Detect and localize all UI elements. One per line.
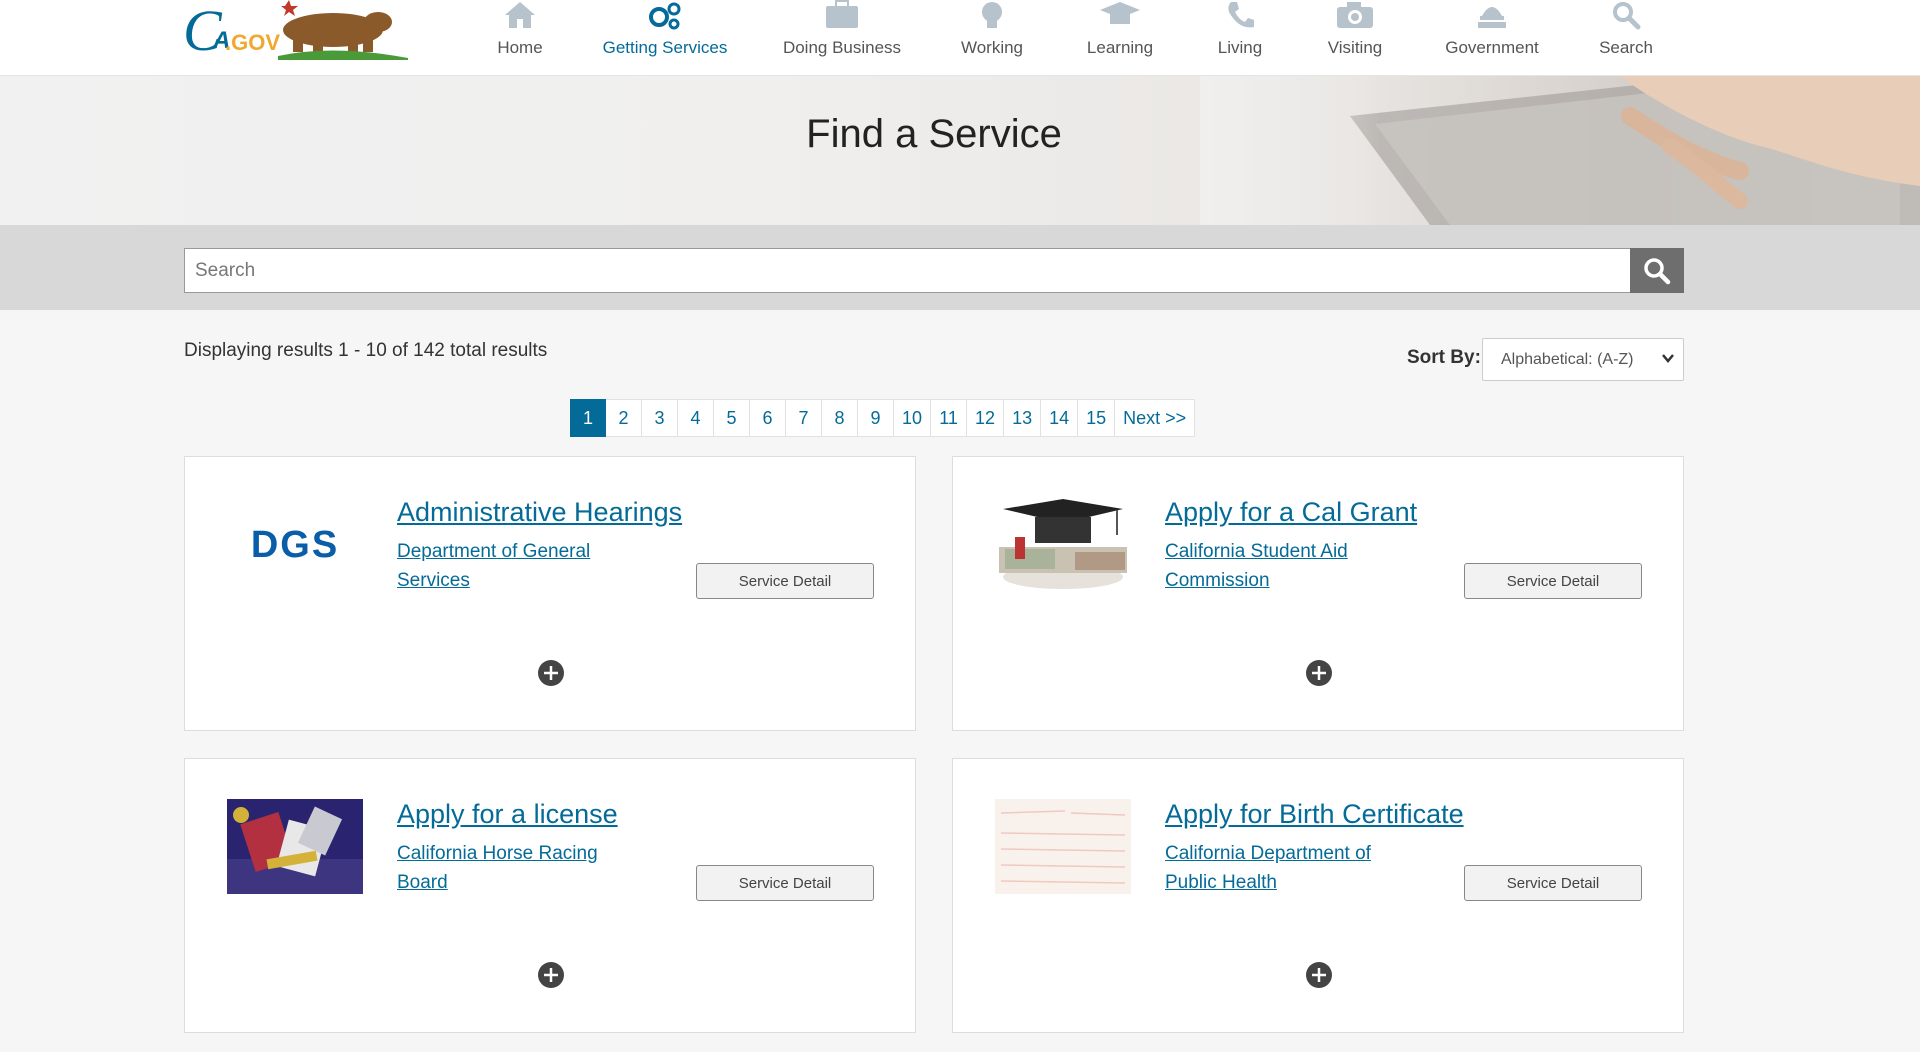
page-link-14[interactable]: 14 [1041,399,1079,437]
svg-text:DGS: DGS [251,524,339,566]
pagination: 1 2 3 4 5 6 7 8 9 10 11 12 13 14 15 Next >> [570,399,1196,437]
agency-link[interactable]: California Horse Racing Board [397,839,627,897]
svg-text:.GOV: .GOV [225,30,280,55]
service-title-link[interactable]: Apply for a Cal Grant [1165,497,1417,528]
nav-item-government[interactable]: Government [1445,0,1539,66]
page-link-3[interactable]: 3 [642,399,678,437]
page-link-10[interactable]: 10 [894,399,932,437]
nav-item-doing-business[interactable]: Doing Business [783,0,901,66]
page-link-8[interactable]: 8 [822,399,858,437]
nav-label: Government [1445,38,1539,57]
nav-item-living[interactable]: Living [1218,0,1262,66]
ca-gov-logo[interactable]: C A .GOV [183,0,413,62]
page-link-12[interactable]: 12 [967,399,1005,437]
search-button[interactable] [1630,248,1684,293]
nav-label: Getting Services [602,38,728,57]
nav-label: Doing Business [782,38,902,57]
search-icon [1644,257,1671,284]
nav-item-visiting[interactable]: Visiting [1328,0,1382,66]
agency-link[interactable]: California Department of Public Health [1165,839,1395,897]
camera-icon [1335,0,1375,30]
nav-label: Search [1599,38,1653,57]
nav-item-getting-services[interactable]: Getting Services [603,0,727,66]
page-link-15[interactable]: 15 [1078,399,1116,437]
page-banner: Find a Service [0,76,1920,225]
license-image [227,799,363,894]
expand-plus-icon[interactable] [537,961,565,989]
service-card: DGS Administrative Hearings Department o… [184,456,916,731]
service-card: Apply for a license California Horse Rac… [184,758,916,1033]
phone-icon [1225,0,1255,30]
service-detail-button[interactable]: Service Detail [1464,563,1642,599]
expand-plus-icon[interactable] [1305,961,1333,989]
page-link-13[interactable]: 13 [1004,399,1042,437]
home-icon [503,0,537,30]
nav-item-learning[interactable]: Learning [1087,0,1153,66]
birth-certificate-image [995,799,1131,894]
service-card: Apply for Birth Certificate California D… [952,758,1684,1033]
gears-icon [645,0,685,30]
page-link-11[interactable]: 11 [931,399,968,437]
nav-item-working[interactable]: Working [961,0,1023,66]
page-link-7[interactable]: 7 [786,399,822,437]
agency-link[interactable]: California Student Aid Commission [1165,537,1395,595]
service-detail-button[interactable]: Service Detail [696,563,874,599]
lightbulb-icon [977,0,1007,30]
nav-label: Learning [1086,38,1154,57]
agency-logo: DGS [227,497,363,592]
nav-item-search[interactable]: Search [1599,0,1653,66]
page-link-2[interactable]: 2 [606,399,642,437]
service-detail-button[interactable]: Service Detail [1464,865,1642,901]
page-title: Find a Service [806,112,1062,156]
sort-label: Sort By: [1407,347,1481,368]
nav-label: Home [497,38,543,57]
search-bar [0,225,1920,310]
service-title-link[interactable]: Administrative Hearings [397,497,682,528]
nav-label: Living [1217,38,1263,57]
nav-item-home[interactable]: Home [497,0,543,66]
site-header: C A .GOV Home Getting Services Doing Busin… [0,0,1920,76]
next-page-link[interactable]: Next >> [1115,399,1196,437]
briefcase-icon [822,0,862,30]
page-link-4[interactable]: 4 [678,399,714,437]
graduation-cap-image [995,497,1131,592]
chevron-down-icon [1662,354,1674,363]
capitol-icon [1475,0,1509,30]
service-card: Apply for a Cal Grant California Student… [952,456,1684,731]
graduation-cap-icon [1098,0,1142,30]
sort-select[interactable]: Alphabetical: (A-Z) [1482,338,1684,381]
expand-plus-icon[interactable] [537,659,565,687]
page-link-5[interactable]: 5 [714,399,750,437]
expand-plus-icon[interactable] [1305,659,1333,687]
service-detail-button[interactable]: Service Detail [696,865,874,901]
agency-link[interactable]: Department of General Services [397,537,627,595]
search-icon [1611,0,1641,30]
page-link-9[interactable]: 9 [858,399,894,437]
sort-selected-value: Alphabetical: (A-Z) [1501,350,1634,368]
page-link-6[interactable]: 6 [750,399,786,437]
nav-label: Visiting [1327,38,1383,57]
nav-label: Working [960,38,1024,57]
service-title-link[interactable]: Apply for Birth Certificate [1165,799,1464,830]
service-title-link[interactable]: Apply for a license [397,799,618,830]
results-summary: Displaying results 1 - 10 of 142 total r… [184,340,548,361]
search-input[interactable] [184,248,1631,293]
page-link-1[interactable]: 1 [570,399,606,437]
